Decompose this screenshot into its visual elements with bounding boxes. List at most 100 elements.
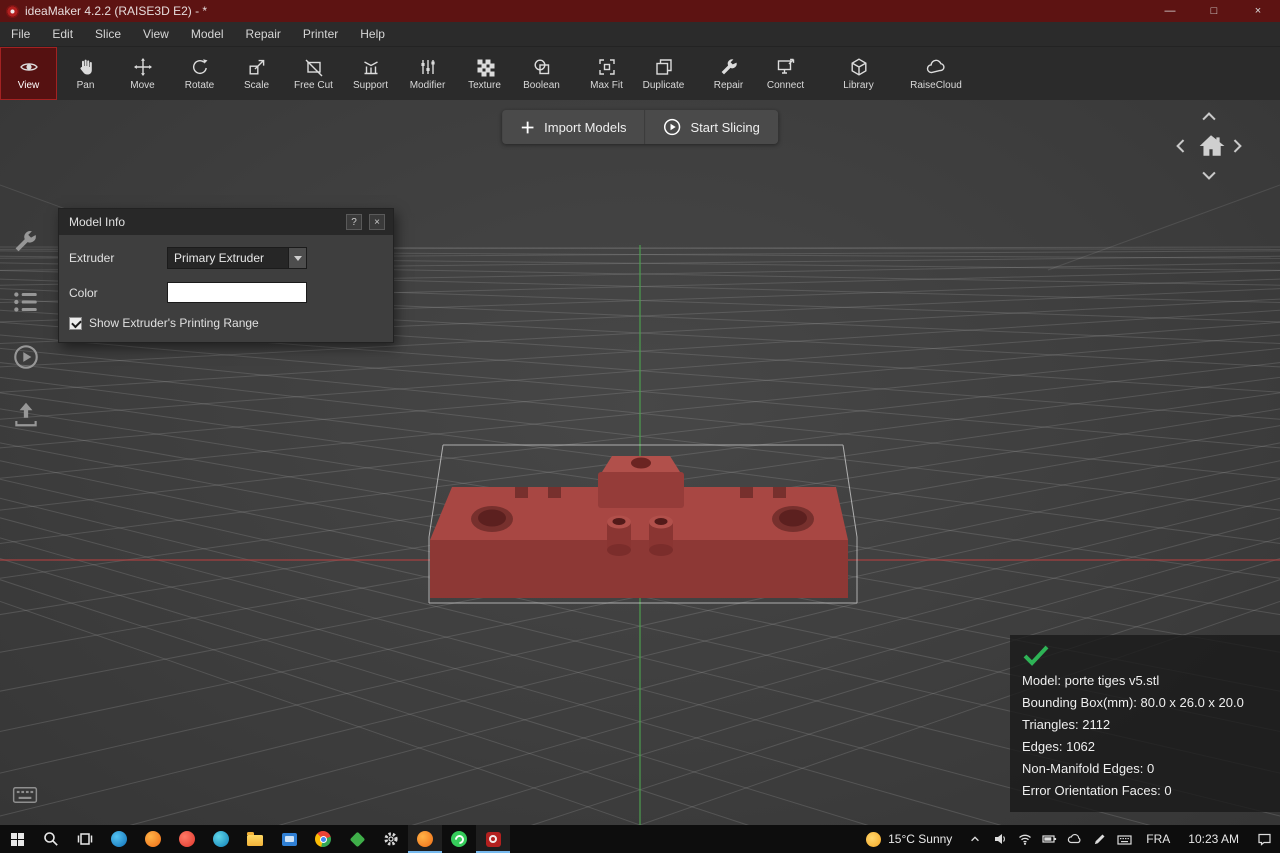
menu-item-help[interactable]: Help [349,22,396,46]
maximize-button[interactable]: □ [1192,0,1236,22]
rotate-right-button[interactable] [1224,133,1250,159]
taskbar-app-chrome[interactable] [306,825,340,853]
task-view-button[interactable] [68,825,102,853]
check-icon [1023,645,1049,666]
volume-button[interactable] [987,825,1012,853]
menu-item-file[interactable]: File [0,22,41,46]
tool-view[interactable]: View [0,47,57,100]
language-indicator[interactable]: FRA [1137,832,1179,846]
virtual-keyboard-button[interactable] [12,785,38,805]
taskbar-settings[interactable] [374,825,408,853]
view-navigation [1168,104,1250,188]
taskbar-app-edge[interactable] [102,825,136,853]
home-view-button[interactable] [1196,130,1226,162]
app-window-icon [281,832,297,846]
start-print-button[interactable] [11,342,41,372]
main-toolbar: View Pan Move Rotate Scale Free Cut Supp… [0,47,1280,100]
rotate-up-button[interactable] [1196,104,1222,130]
battery-button[interactable] [1037,825,1062,853]
action-center-button[interactable] [1248,825,1280,853]
texture-checker-icon [477,59,494,76]
tool-scale[interactable]: Scale [228,47,285,100]
extruder-label: Extruder [69,251,115,265]
taskbar-app-file-explorer[interactable] [238,825,272,853]
taskbar-app-browser[interactable] [204,825,238,853]
pen-button[interactable] [1087,825,1112,853]
taskbar-app-green[interactable] [340,825,374,853]
tool-modifier[interactable]: Modifier [399,47,456,100]
rotate-down-button[interactable] [1196,162,1222,188]
window-controls: — □ × [1148,0,1280,22]
taskbar-app-firefox[interactable] [136,825,170,853]
weather-widget[interactable]: 15°C Sunny [856,825,962,853]
menu-item-printer[interactable]: Printer [292,22,349,46]
menu-item-model[interactable]: Model [180,22,235,46]
menu-item-slice[interactable]: Slice [84,22,132,46]
tool-move[interactable]: Move [114,47,171,100]
taskbar-app-opera[interactable] [170,825,204,853]
dialog-title: Model Info [69,215,126,229]
clock[interactable]: 10:23 AM [1179,832,1248,846]
taskbar-app-whatsapp[interactable] [442,825,476,853]
tool-texture[interactable]: Texture [456,47,513,100]
tool-duplicate[interactable]: Duplicate [635,47,692,100]
opera-icon [179,831,195,847]
task-view-icon [77,833,93,845]
pan-hand-icon [79,59,92,74]
menu-bar: File Edit Slice View Model Repair Printe… [0,22,1280,47]
menu-item-repair[interactable]: Repair [235,22,292,46]
upload-button[interactable] [11,399,41,429]
connect-icon [777,58,794,74]
dialog-close-button[interactable]: × [369,214,385,230]
status-triangles: Triangles: 2112 [1022,717,1111,732]
app-window: ideaMaker 4.2.2 (RAISE3D E2) - * — □ × F… [0,0,1280,853]
model-list-button[interactable] [11,287,41,317]
raisecloud-icon [926,59,945,73]
cloud-icon [1068,833,1081,844]
tool-max-fit[interactable]: Max Fit [578,47,635,100]
show-hidden-icons-button[interactable] [962,825,987,853]
tool-pan[interactable]: Pan [57,47,114,100]
minimize-button[interactable]: — [1148,0,1192,22]
touch-keyboard-button[interactable] [1112,825,1137,853]
select-dropdown-arrow-icon[interactable] [288,248,306,268]
firefox-icon [145,831,161,847]
model-3d[interactable] [430,456,848,598]
chrome-icon [315,831,331,847]
search-button[interactable] [34,825,68,853]
network-button[interactable] [1012,825,1037,853]
extruder-color-swatch[interactable] [167,282,307,303]
weather-text: 15°C Sunny [888,832,953,846]
tool-free-cut[interactable]: Free Cut [285,47,342,100]
tool-raisecloud[interactable]: RaiseCloud [903,47,969,100]
taskbar-app-firefox-active[interactable] [408,825,442,853]
close-button[interactable]: × [1236,0,1280,22]
tool-library[interactable]: Library [830,47,887,100]
upload-icon [15,402,37,427]
import-models-button[interactable]: Import Models [502,110,644,144]
tool-support[interactable]: Support [342,47,399,100]
taskbar-app-ideamaker-active[interactable] [476,825,510,853]
tool-rotate[interactable]: Rotate [171,47,228,100]
dialog-title-bar[interactable]: Model Info ? × [59,209,393,235]
touch-keyboard-icon [1117,834,1132,845]
speaker-icon [994,834,1005,844]
rotate-left-button[interactable] [1168,133,1194,159]
taskbar-app-blue-window[interactable] [272,825,306,853]
tool-boolean[interactable]: Boolean [513,47,570,100]
printer-settings-button[interactable] [11,228,41,258]
onedrive-button[interactable] [1062,825,1087,853]
start-slicing-button[interactable]: Start Slicing [644,110,778,144]
start-button[interactable] [0,825,34,853]
menu-item-edit[interactable]: Edit [41,22,84,46]
dialog-help-button[interactable]: ? [346,214,362,230]
color-label: Color [69,285,98,300]
extruder-select[interactable]: Primary Extruder [167,247,307,269]
status-non-manifold: Non-Manifold Edges: 0 [1022,761,1155,776]
viewport[interactable]: Import Models Start Slicing Model Info ?… [0,100,1280,825]
tool-connect[interactable]: Connect [757,47,814,100]
menu-item-view[interactable]: View [132,22,180,46]
show-printing-range-checkbox[interactable] [69,316,82,330]
tool-repair[interactable]: Repair [700,47,757,100]
green-diamond-icon [349,831,365,847]
